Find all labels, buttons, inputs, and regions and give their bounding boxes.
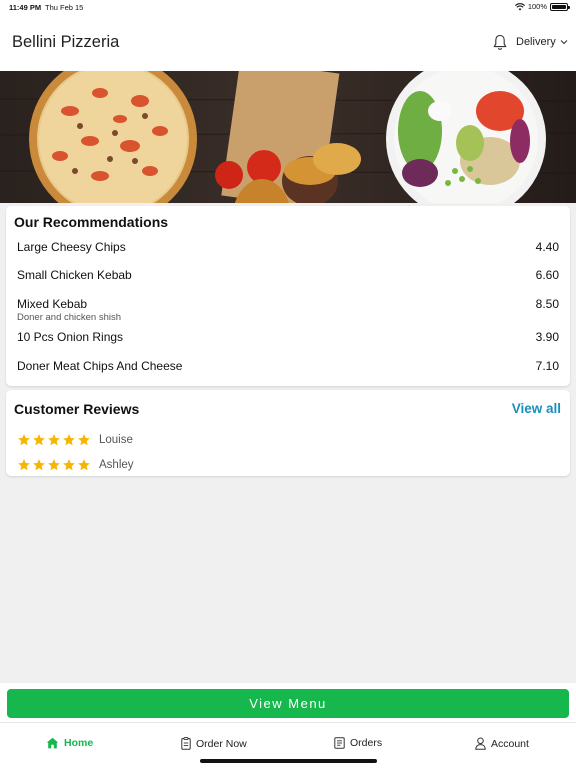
menu-item-price: 7.10 [535, 359, 559, 373]
wifi-icon [514, 2, 525, 10]
menu-item-name: Doner Meat Chips And Cheese [17, 359, 183, 373]
star-icon [48, 434, 60, 446]
recommendations-title: Our Recommendations [14, 214, 169, 230]
receipt-icon [334, 737, 345, 749]
battery-percent: 100% [527, 2, 547, 11]
view-menu-button[interactable]: View Menu [7, 689, 569, 718]
order-icon [181, 737, 191, 750]
reviewer-name: Ashley [99, 459, 134, 471]
menu-item-description: Doner and chicken shish [17, 312, 122, 323]
review-row: Ashley [17, 458, 134, 472]
star-icon [18, 434, 30, 446]
menu-item-row[interactable]: Large Cheesy Chips 4.40 [17, 240, 559, 254]
menu-item-name: Small Chicken Kebab [17, 268, 132, 282]
view-all-reviews-link[interactable]: View all [512, 401, 561, 416]
customer-reviews-card: Customer Reviews View all Louise Ashley [6, 390, 570, 476]
recommendations-card: Our Recommendations Large Cheesy Chips 4… [6, 206, 570, 386]
star-icon [78, 459, 90, 471]
star-icon [78, 434, 90, 446]
star-rating [17, 458, 91, 472]
menu-item-row[interactable]: Mixed Kebab Doner and chicken shish 8.50 [17, 297, 559, 323]
menu-item-price: 3.90 [535, 330, 559, 344]
tab-account-label: Account [491, 737, 529, 750]
status-time: 11:49 PM [9, 3, 42, 12]
home-indicator[interactable] [200, 759, 377, 763]
tab-account[interactable]: Account [475, 737, 529, 750]
battery-icon [550, 2, 570, 11]
status-bar: 11:49 PM Thu Feb 15 100% [0, 0, 576, 14]
user-icon [475, 737, 486, 750]
tab-home[interactable]: Home [46, 737, 93, 749]
pizza-image [29, 71, 197, 203]
tab-order-now[interactable]: Order Now [181, 737, 247, 750]
star-icon [48, 459, 60, 471]
tab-orders-label: Orders [350, 737, 383, 749]
reviewer-name: Louise [99, 434, 133, 446]
menu-item-name: Mixed Kebab [17, 297, 88, 311]
reviews-title: Customer Reviews [14, 401, 140, 417]
home-icon [46, 737, 59, 749]
menu-item-name: 10 Pcs Onion Rings [17, 330, 124, 344]
tab-order-now-label: Order Now [196, 737, 247, 750]
tab-orders[interactable]: Orders [334, 737, 382, 749]
salad-bowl-image [386, 71, 546, 203]
star-icon [63, 459, 75, 471]
food-banner-illustration [0, 71, 576, 203]
menu-item-price: 4.40 [535, 240, 559, 254]
menu-item-price: 6.60 [535, 268, 559, 282]
star-icon [33, 459, 45, 471]
menu-item-row[interactable]: Small Chicken Kebab 6.60 [17, 268, 559, 282]
star-icon [63, 434, 75, 446]
menu-item-name: Large Cheesy Chips [17, 240, 126, 254]
star-icon [18, 459, 30, 471]
star-rating [17, 433, 91, 447]
menu-item-price: 8.50 [535, 297, 559, 311]
app-header: Bellini Pizzeria Delivery [0, 14, 576, 71]
menu-item-row[interactable]: 10 Pcs Onion Rings 3.90 [17, 330, 559, 344]
chevron-down-icon [560, 40, 568, 45]
menu-item-row[interactable]: Doner Meat Chips And Cheese 7.10 [17, 359, 559, 373]
tab-home-label: Home [64, 737, 94, 749]
delivery-selector[interactable]: Delivery [516, 36, 568, 48]
hero-banner-image [0, 71, 576, 203]
delivery-label: Delivery [516, 36, 556, 48]
review-row: Louise [17, 433, 133, 447]
status-date: Thu Feb 15 [45, 3, 84, 12]
star-icon [33, 434, 45, 446]
status-right: 100% [514, 2, 570, 11]
bell-icon[interactable] [493, 34, 507, 51]
restaurant-title: Bellini Pizzeria [12, 33, 120, 51]
